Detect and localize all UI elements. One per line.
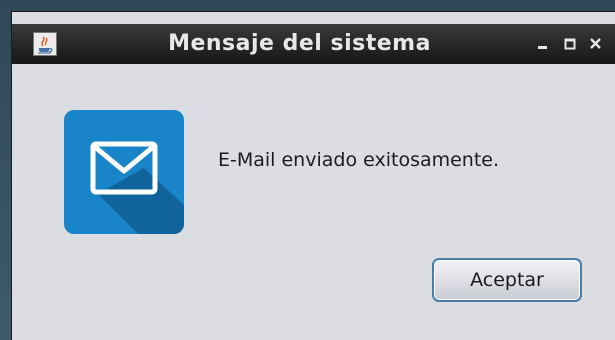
title-bar-area: Mensaje del sistema [12, 12, 615, 74]
maximize-icon[interactable] [559, 34, 581, 54]
dialog-content: E-Mail enviado exitosamente. Aceptar [12, 74, 615, 340]
minimize-icon[interactable] [532, 34, 554, 54]
close-icon[interactable] [585, 34, 607, 54]
message-dialog: Mensaje del sistema E-Mail enviado exito… [12, 12, 615, 340]
mail-envelope-icon [64, 110, 184, 234]
window-title: Mensaje del sistema [168, 31, 431, 56]
dialog-message: E-Mail enviado exitosamente. [218, 149, 500, 171]
accept-button[interactable]: Aceptar [432, 258, 582, 302]
